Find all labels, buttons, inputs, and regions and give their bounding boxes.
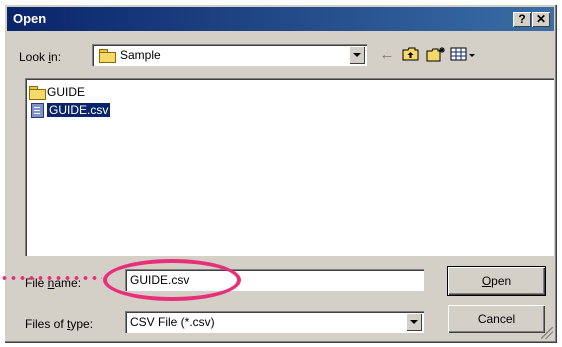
close-button[interactable]: ✕ — [532, 12, 550, 27]
open-dialog: Open ? ✕ Look in: Sample ← GUIDE GUIDE.c… — [4, 4, 557, 343]
title-bar[interactable]: Open ? ✕ — [7, 7, 554, 31]
look-in-value: Sample — [120, 48, 161, 62]
open-button[interactable]: Open — [447, 266, 546, 296]
look-in-dropdown[interactable]: Sample — [92, 44, 367, 66]
resize-grip-icon[interactable] — [541, 327, 553, 339]
up-folder-icon[interactable] — [401, 46, 421, 64]
file-type-dropdown[interactable]: CSV File (*.csv) — [125, 311, 424, 333]
highlight-ellipse — [103, 259, 241, 301]
folder-icon — [99, 49, 116, 63]
file-list[interactable]: GUIDE GUIDE.csv — [25, 78, 554, 256]
list-item-label: GUIDE.csv — [45, 102, 112, 118]
file-type-value: CSV File (*.csv) — [130, 315, 215, 329]
window-title: Open — [13, 11, 47, 26]
look-in-label: Look in: — [19, 50, 62, 64]
chevron-down-icon[interactable] — [406, 313, 422, 331]
csv-file-icon — [31, 103, 44, 118]
chevron-down-icon[interactable] — [349, 46, 365, 64]
views-menu-icon[interactable] — [450, 46, 478, 64]
help-button[interactable]: ? — [513, 12, 531, 27]
list-item-label: GUIDE — [47, 85, 86, 99]
file-type-label: Files of type: — [25, 317, 94, 331]
back-icon[interactable]: ← — [377, 46, 397, 64]
highlight-dotted-leader — [0, 276, 102, 280]
folder-icon — [29, 86, 46, 100]
new-folder-icon[interactable] — [426, 46, 446, 64]
cancel-button[interactable]: Cancel — [448, 305, 545, 333]
